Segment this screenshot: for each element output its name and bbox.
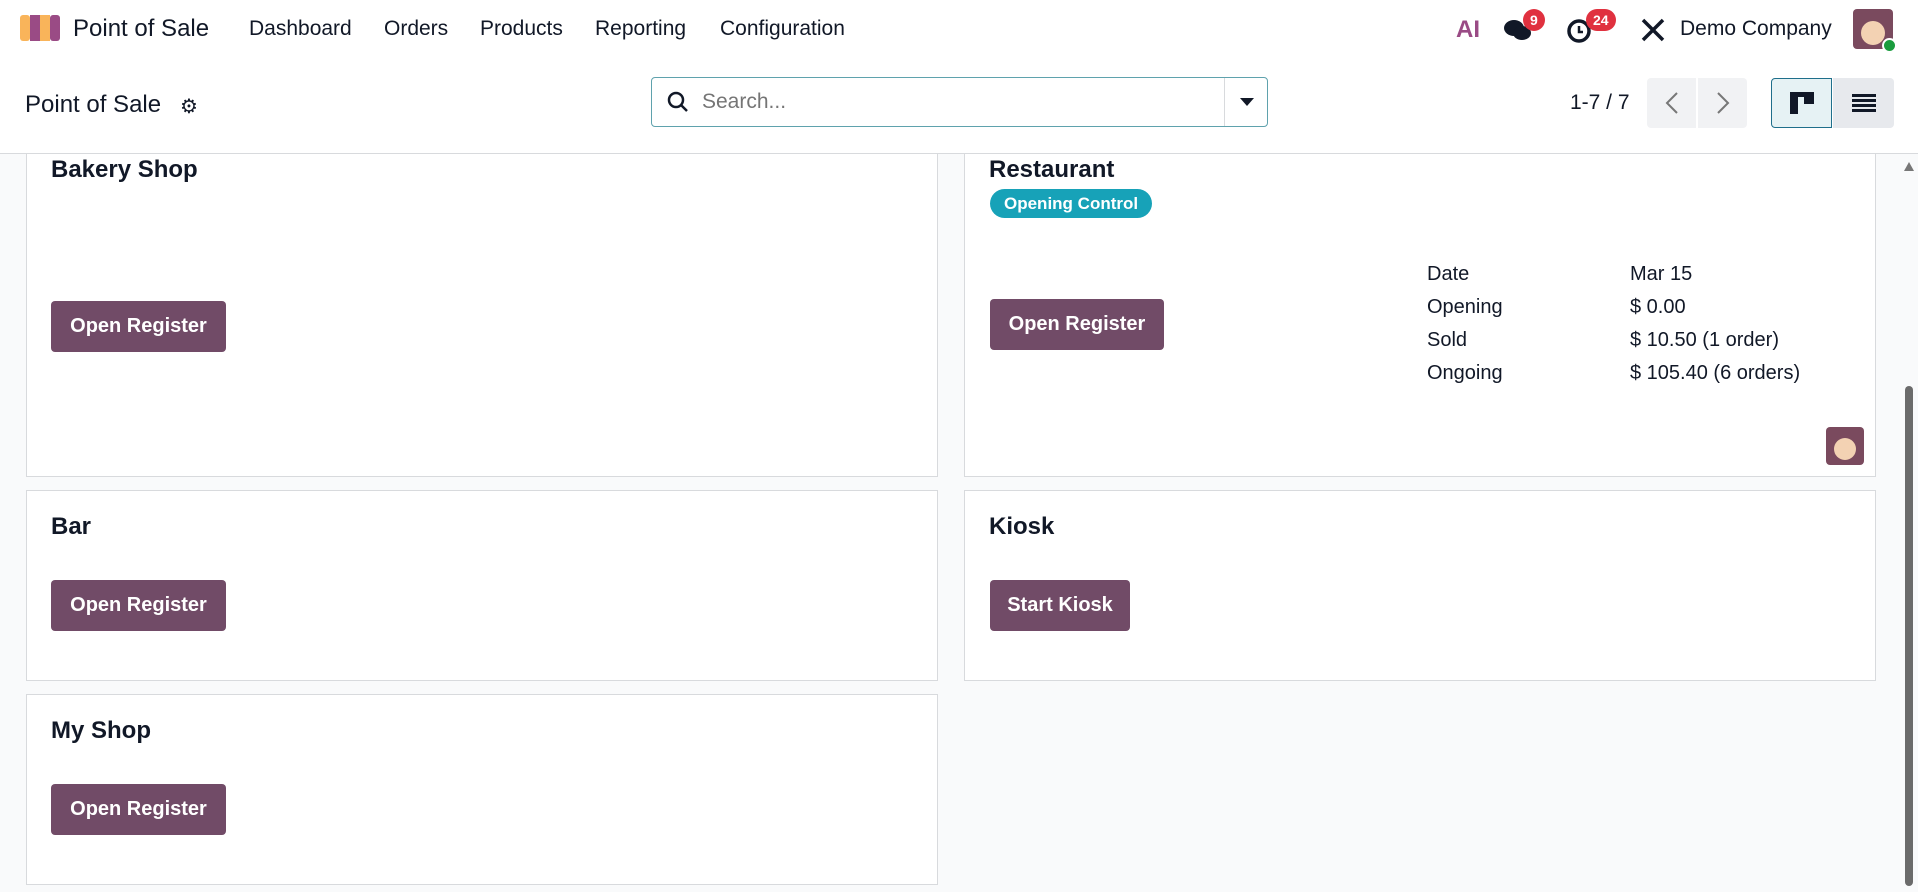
online-status-icon <box>1882 38 1897 53</box>
control-panel: Point of Sale ⚙ 1-7 / 7 <box>0 60 1918 154</box>
pos-card-restaurant: Restaurant Opening Control Open Register… <box>964 140 1876 477</box>
open-register-button[interactable]: Open Register <box>990 299 1164 350</box>
search-input[interactable] <box>702 88 1202 116</box>
gear-icon[interactable]: ⚙ <box>180 94 198 119</box>
detail-value: Mar 15 <box>1630 263 1693 285</box>
open-register-button[interactable]: Open Register <box>51 580 226 631</box>
menu-reporting[interactable]: Reporting <box>595 17 686 41</box>
open-register-button[interactable]: Open Register <box>51 301 226 352</box>
caret-down-icon <box>1239 98 1254 106</box>
kanban-icon <box>1789 92 1814 114</box>
detail-value: $ 105.40 (6 orders) <box>1630 362 1801 384</box>
start-kiosk-button[interactable]: Start Kiosk <box>990 580 1130 631</box>
list-icon <box>1851 94 1876 112</box>
detail-value: $ 10.50 (1 order) <box>1630 329 1779 351</box>
pager-previous-button[interactable] <box>1647 78 1696 128</box>
scroll-up-arrow-icon[interactable] <box>1904 162 1914 171</box>
kanban-view-button[interactable] <box>1771 78 1832 128</box>
pos-card-kiosk: Kiosk Start Kiosk <box>964 490 1876 681</box>
menu-dashboard[interactable]: Dashboard <box>249 17 352 41</box>
search-box <box>651 77 1268 127</box>
detail-label: Ongoing <box>1427 362 1503 384</box>
top-navbar: Point of Sale Dashboard Orders Products … <box>0 0 1918 60</box>
ai-label: AI <box>1456 16 1480 43</box>
responsible-user-avatar[interactable] <box>1826 427 1864 465</box>
detail-value: $ 0.00 <box>1630 296 1686 318</box>
activities-badge: 24 <box>1586 9 1616 31</box>
pos-card-bar: Bar Open Register <box>26 490 938 681</box>
status-badge: Opening Control <box>990 189 1153 218</box>
open-register-button[interactable]: Open Register <box>51 784 226 835</box>
card-title: My Shop <box>51 717 151 744</box>
tools-icon[interactable] <box>1640 17 1666 48</box>
app-logo-icon[interactable] <box>20 15 60 43</box>
pos-card-my-shop: My Shop Open Register <box>26 694 938 885</box>
user-avatar[interactable] <box>1853 9 1897 53</box>
search-icon <box>666 90 690 119</box>
company-switcher[interactable]: Demo Company <box>1680 17 1832 41</box>
menu-configuration[interactable]: Configuration <box>720 17 845 41</box>
pos-card-bakery-shop: Bakery Shop Open Register <box>26 140 938 477</box>
detail-label: Opening <box>1427 296 1503 318</box>
card-title: Restaurant <box>989 156 1115 183</box>
ai-icon[interactable]: AI <box>1456 16 1480 44</box>
card-title: Kiosk <box>989 513 1055 540</box>
app-name[interactable]: Point of Sale <box>73 15 209 43</box>
detail-label: Sold <box>1427 329 1468 351</box>
pager-value[interactable]: 1-7 / 7 <box>1570 91 1630 115</box>
page-title: Point of Sale <box>25 91 162 118</box>
list-view-button[interactable] <box>1833 78 1894 128</box>
chevron-left-icon <box>1665 92 1678 114</box>
detail-label: Date <box>1427 263 1470 285</box>
search-options-toggle[interactable] <box>1224 78 1268 126</box>
scrollbar-thumb[interactable] <box>1905 386 1913 886</box>
scrollbar[interactable] <box>1900 154 1918 892</box>
card-title: Bar <box>51 513 92 540</box>
menu-orders[interactable]: Orders <box>384 17 448 41</box>
pager-next-button[interactable] <box>1698 78 1747 128</box>
chevron-right-icon <box>1716 92 1729 114</box>
messages-badge: 9 <box>1523 9 1545 31</box>
menu-products[interactable]: Products <box>480 17 563 41</box>
card-title: Bakery Shop <box>51 156 198 183</box>
